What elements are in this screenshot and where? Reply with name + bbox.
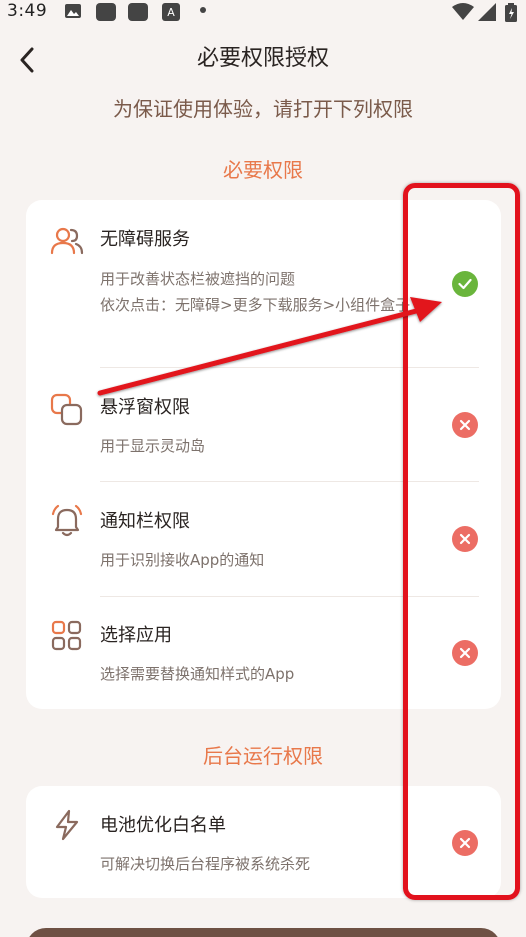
annotation-highlight-box: [403, 183, 520, 900]
overlay-icon: [50, 393, 83, 426]
permission-desc: 可解决切换后台程序被系统杀死: [100, 855, 311, 873]
battery-icon: [505, 3, 517, 22]
top-bar: 必要权限授权: [0, 30, 526, 90]
status-bar: 3:49 A: [0, 0, 526, 26]
permission-desc: 用于显示灵动岛: [100, 437, 206, 455]
permission-desc: 用于改善状态栏被遮挡的问题 依次点击：无障碍>更多下载服务>小组件盒子: [100, 270, 411, 314]
wifi-icon: [452, 3, 474, 20]
apps-grid-icon: [51, 620, 82, 651]
permission-desc: 用于识别接收App的通知: [100, 551, 265, 569]
lightning-icon: [55, 809, 79, 841]
a-icon: A: [162, 3, 180, 21]
permission-name: 悬浮窗权限: [100, 397, 190, 418]
bell-icon: [51, 504, 83, 537]
page-title: 必要权限授权: [196, 46, 329, 71]
app-icon: [128, 3, 148, 21]
svg-text:A: A: [167, 6, 175, 19]
page-subtitle: 为保证使用体验，请打开下列权限: [113, 97, 413, 121]
permission-name: 电池优化白名单: [100, 815, 226, 836]
app-icon: [96, 3, 116, 21]
permission-name: 无障碍服务: [100, 229, 190, 250]
section-title-required: 必要权限: [223, 158, 303, 182]
status-time: 3:49: [7, 1, 48, 21]
bottom-action-button[interactable]: [26, 928, 501, 937]
permission-desc: 选择需要替换通知样式的App: [100, 665, 295, 683]
signal-icon: [478, 3, 496, 21]
users-icon: [50, 227, 84, 255]
permission-name: 选择应用: [100, 625, 172, 646]
image-icon: [65, 4, 81, 18]
permission-name: 通知栏权限: [100, 511, 190, 532]
dot-icon: [200, 7, 206, 13]
